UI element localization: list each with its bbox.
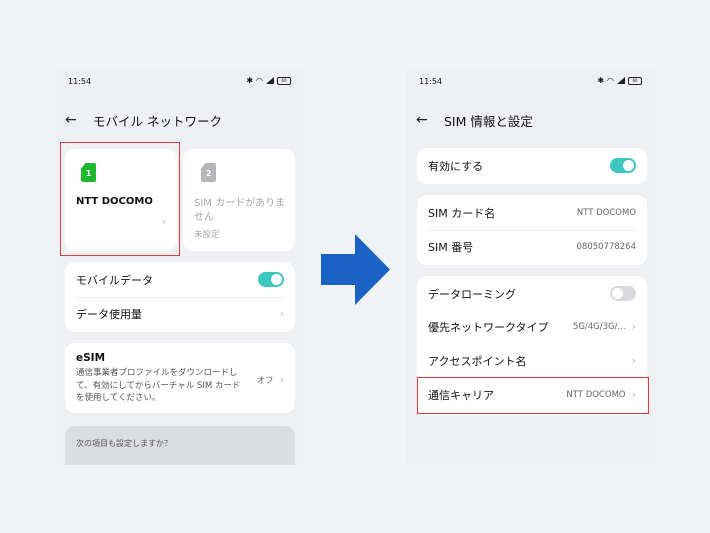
sim-name-row[interactable]: SIM カード名 NTT DOCOMO bbox=[428, 204, 636, 221]
battery-icon: 60 bbox=[277, 76, 291, 85]
sim-info-card: SIM カード名 NTT DOCOMO SIM 番号 08050778264 bbox=[417, 195, 647, 265]
status-icons: ✱ ◠ 60 bbox=[597, 76, 642, 85]
status-time: 11:54 bbox=[419, 77, 443, 86]
sim-number-row[interactable]: SIM 番号 08050778264 bbox=[428, 238, 636, 255]
status-time: 11:54 bbox=[68, 77, 92, 86]
esim-card[interactable]: eSIM 通信事業者プロファイルをダウンロードして、有効にしてからバーチャル S… bbox=[65, 343, 295, 413]
esim-value: オフ › bbox=[257, 373, 284, 386]
header: ← SIM 情報と設定 bbox=[416, 109, 646, 131]
phone-screen-mobile-network: 11:54 ✱ ◠ 60 ← モバイル ネットワーク 1 NTT DOCOMO … bbox=[55, 69, 305, 465]
data-usage-row[interactable]: データ使用量 › bbox=[76, 305, 284, 322]
status-icons: ✱ ◠ 60 bbox=[246, 76, 291, 85]
network-type-text: 5G/4G/3G/... bbox=[572, 321, 626, 332]
enable-toggle[interactable] bbox=[610, 158, 636, 173]
suggestion-label: 次の項目も設定しますか？ bbox=[76, 439, 172, 448]
page-title: SIM 情報と設定 bbox=[444, 113, 533, 129]
sim2-sub-text: 未設定 bbox=[194, 230, 220, 240]
chevron-right-icon: › bbox=[279, 307, 284, 320]
esim-status: オフ bbox=[256, 375, 274, 386]
mobile-data-row[interactable]: モバイルデータ bbox=[76, 271, 284, 288]
network-type-row[interactable]: 優先ネットワークタイプ 5G/4G/3G/... › bbox=[428, 318, 636, 335]
signal-icon bbox=[617, 77, 625, 84]
mobile-data-card: モバイルデータ データ使用量 › bbox=[65, 262, 295, 332]
apn-label: アクセスポイント名 bbox=[428, 354, 527, 368]
back-arrow-icon[interactable]: ← bbox=[416, 112, 432, 128]
highlight-box-sim1 bbox=[60, 142, 180, 256]
highlight-box-carrier bbox=[417, 377, 649, 414]
chevron-right-icon: › bbox=[279, 373, 284, 386]
enable-card: 有効にする bbox=[417, 148, 647, 184]
sim-number-value: 08050778264 bbox=[576, 241, 637, 252]
bluetooth-icon: ✱ bbox=[597, 76, 605, 85]
signal-icon bbox=[266, 77, 274, 84]
esim-description: 通信事業者プロファイルをダウンロードして、有効にしてからバーチャル SIM カー… bbox=[76, 368, 241, 403]
page-title: モバイル ネットワーク bbox=[93, 113, 222, 129]
wifi-icon: ◠ bbox=[607, 76, 614, 85]
esim-title: eSIM bbox=[76, 352, 106, 364]
wifi-icon: ◠ bbox=[256, 76, 263, 85]
back-arrow-icon[interactable]: ← bbox=[65, 112, 81, 128]
mobile-data-toggle[interactable] bbox=[258, 272, 284, 287]
right-arrow-icon bbox=[321, 234, 390, 305]
network-type-label: 優先ネットワークタイプ bbox=[428, 320, 549, 334]
divider bbox=[428, 230, 636, 231]
network-type-value: 5G/4G/3G/... › bbox=[573, 320, 636, 333]
chevron-right-icon: › bbox=[631, 354, 636, 367]
header: ← モバイル ネットワーク bbox=[65, 109, 295, 131]
mobile-data-label: モバイルデータ bbox=[76, 273, 153, 287]
roaming-label: データローミング bbox=[428, 287, 516, 301]
sim2-status-text: SIM カードがありません bbox=[194, 198, 286, 223]
status-bar: 11:54 ✱ ◠ 60 bbox=[55, 69, 305, 95]
battery-icon: 60 bbox=[628, 76, 642, 85]
apn-row[interactable]: アクセスポイント名 › bbox=[428, 352, 636, 369]
sim-name-value: NTT DOCOMO bbox=[576, 207, 636, 218]
sim2-card[interactable]: 2 SIM カードがありません 未設定 bbox=[183, 149, 295, 251]
bluetooth-icon: ✱ bbox=[246, 76, 254, 85]
enable-label: 有効にする bbox=[428, 159, 484, 173]
chevron-right-icon: › bbox=[631, 320, 636, 333]
roaming-row[interactable]: データローミング bbox=[428, 285, 636, 302]
sim-name-label: SIM カード名 bbox=[428, 206, 496, 220]
data-usage-label: データ使用量 bbox=[76, 307, 142, 321]
sim-card-icon: 2 bbox=[201, 163, 216, 182]
status-bar: 11:54 ✱ ◠ 60 bbox=[406, 69, 656, 95]
suggestion-card: 次の項目も設定しますか？ bbox=[65, 426, 295, 465]
divider bbox=[76, 297, 284, 298]
enable-row[interactable]: 有効にする bbox=[428, 157, 636, 174]
roaming-toggle[interactable] bbox=[610, 286, 636, 301]
sim-number-label: SIM 番号 bbox=[428, 240, 474, 254]
